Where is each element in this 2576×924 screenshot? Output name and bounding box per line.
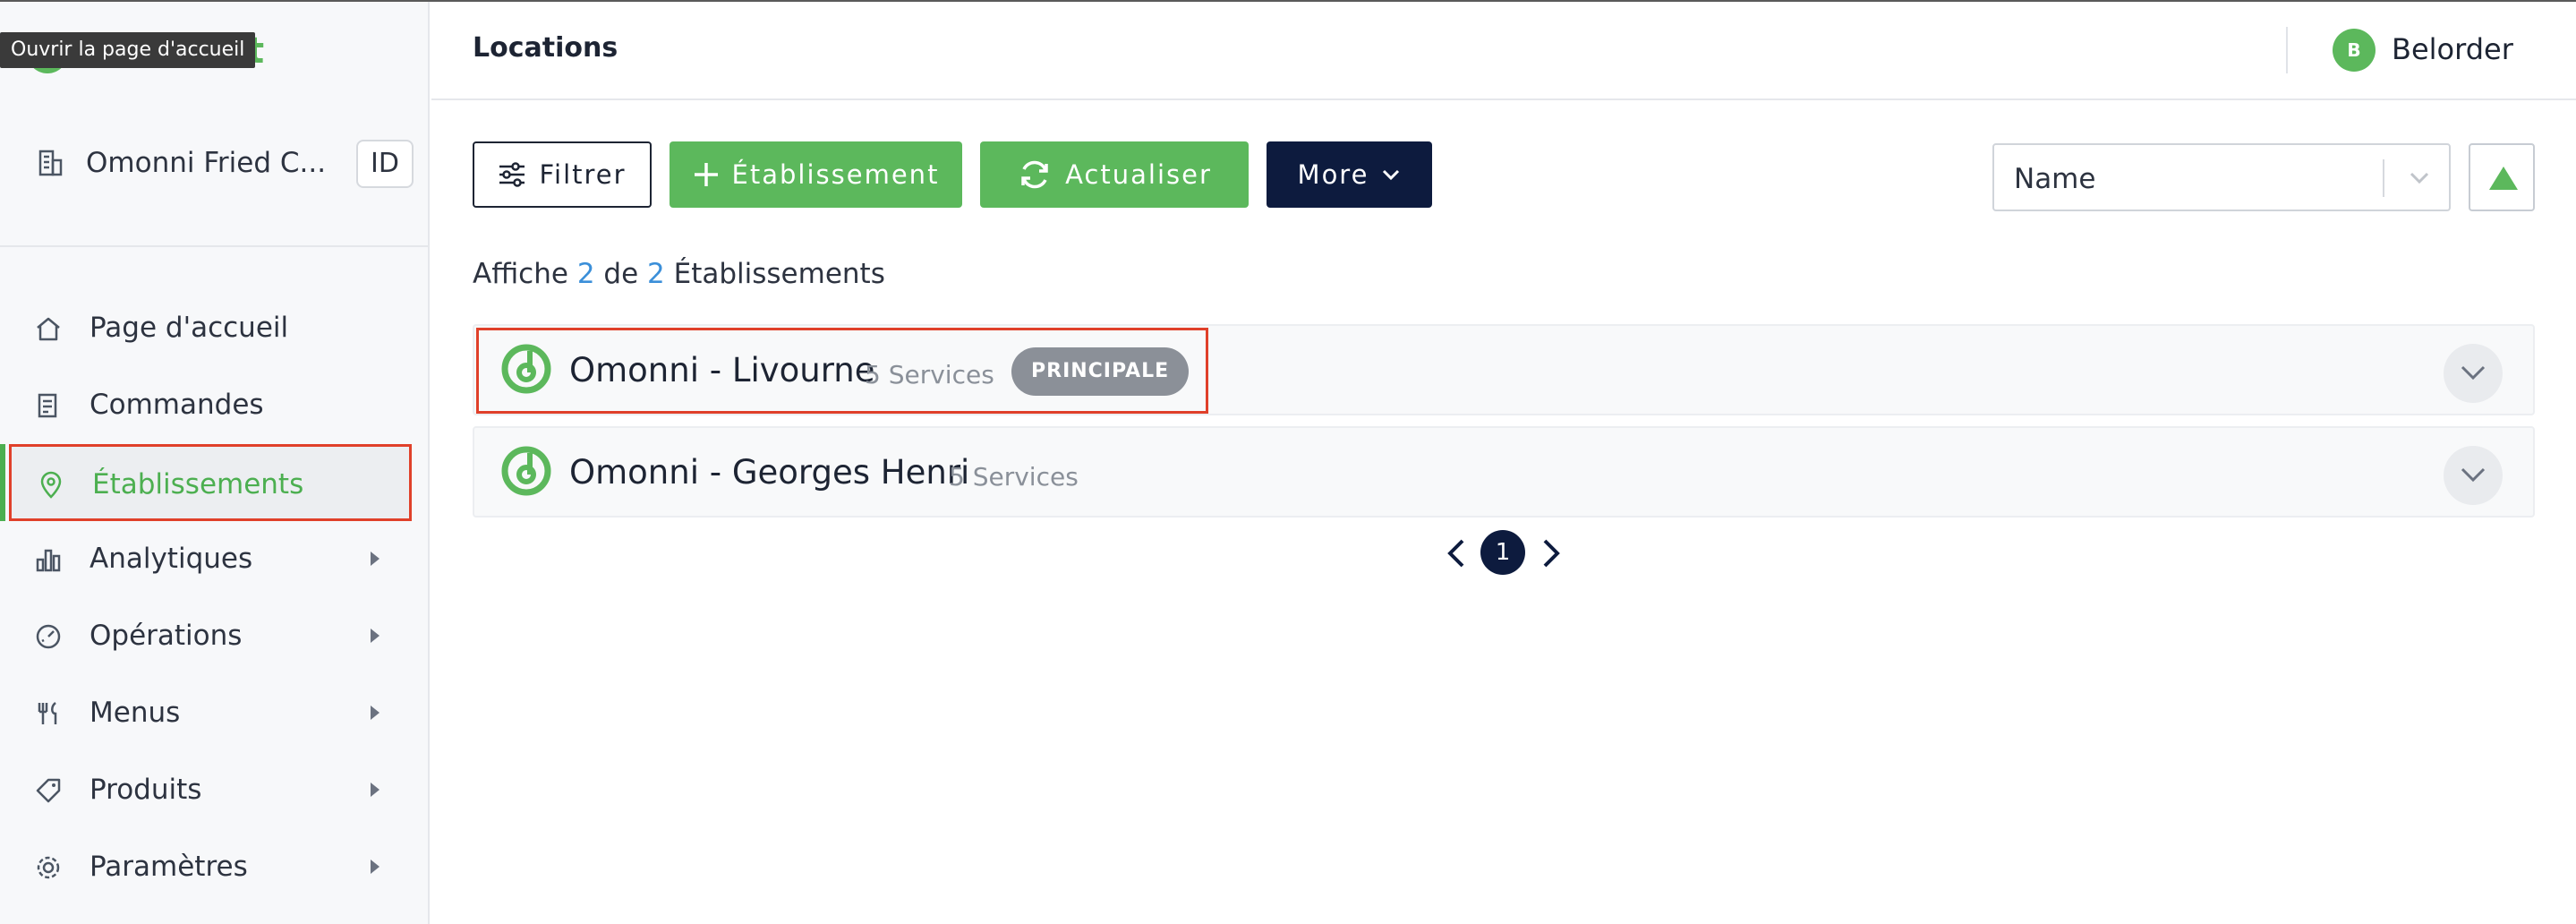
expand-row-button[interactable] [2444, 446, 2503, 505]
sort-field-select[interactable]: Name [1992, 143, 2451, 211]
more-button-label: More [1297, 159, 1369, 190]
sidebar-item-analytics[interactable]: Analytiques [9, 521, 412, 598]
top-header: Locations B Belorder [431, 2, 2576, 100]
organization-selector[interactable]: Omonni Fried C... ID [36, 136, 414, 190]
sidebar-item-orders[interactable]: Commandes [9, 367, 412, 444]
sliders-icon [499, 162, 525, 187]
sidebar-item-label: Établissements [92, 468, 304, 500]
filter-button-label: Filtrer [539, 159, 627, 190]
organization-name: Omonni Fried C... [86, 147, 327, 179]
add-location-button[interactable]: Établissement [670, 141, 962, 208]
filter-button[interactable]: Filtrer [473, 141, 652, 208]
sidebar-item-label: Commandes [90, 389, 264, 421]
more-dropdown-button[interactable]: More [1267, 141, 1432, 208]
chevron-right-icon[interactable] [1538, 537, 1565, 569]
sort-direction-button[interactable] [2469, 143, 2535, 211]
sidebar-item-home[interactable]: Page d'accueil [9, 290, 412, 367]
location-name: Omonni - Livourne [569, 351, 875, 389]
orders-icon [38, 393, 57, 418]
location-services-count: 5 Services [865, 360, 994, 389]
gauge-icon [36, 624, 61, 649]
refresh-button-label: Actualiser [1065, 159, 1212, 190]
results-shown: 2 [576, 258, 595, 290]
tooltip: Ouvrir la page d'accueil [0, 32, 256, 68]
results-middle: de [603, 258, 639, 290]
organization-id-button[interactable]: ID [356, 140, 414, 188]
user-name[interactable]: Belorder [2392, 32, 2513, 66]
refresh-icon [1021, 160, 1048, 189]
select-divider [2383, 159, 2384, 197]
sidebar-item-menus[interactable]: Menus [9, 675, 412, 752]
expand-row-button[interactable] [2444, 344, 2503, 403]
page-number-current[interactable]: 1 [1480, 530, 1525, 575]
sort-field-value: Name [2014, 163, 2096, 195]
results-prefix: Affiche [473, 258, 568, 290]
sidebar-item-label: Analytiques [90, 543, 253, 575]
location-logo-icon [501, 344, 551, 394]
avatar[interactable]: B [2333, 29, 2376, 72]
add-location-button-label: Établissement [731, 159, 940, 190]
results-count: Affiche 2 de 2 Établissements [473, 258, 885, 290]
sidebar-item-settings[interactable]: Paramètres [9, 829, 412, 906]
bar-chart-icon [36, 549, 61, 572]
chevron-down-icon [2461, 467, 2486, 483]
chevron-left-icon[interactable] [1443, 537, 1470, 569]
location-pin-icon [40, 471, 62, 499]
location-services-count: 5 Services [949, 462, 1079, 492]
gear-icon [37, 856, 60, 879]
status-badge: PRINCIPALE [1011, 347, 1190, 396]
location-logo-icon [501, 446, 551, 496]
caret-right-icon [371, 860, 380, 874]
results-suffix: Établissements [673, 258, 885, 290]
sort-ascending-icon [2489, 167, 2518, 190]
utensils-icon [38, 702, 57, 724]
caret-right-icon [371, 629, 380, 643]
plus-icon [694, 163, 718, 186]
refresh-button[interactable]: Actualiser [980, 141, 1249, 208]
sidebar-item-operations[interactable]: Opérations [9, 598, 412, 675]
sidebar-item-label: Menus [90, 697, 181, 729]
caret-right-icon [371, 552, 380, 566]
sidebar-item-label: Produits [90, 774, 202, 806]
sidebar-item-label: Paramètres [90, 851, 248, 883]
results-total: 2 [647, 258, 665, 290]
sidebar-item-products[interactable]: Produits [9, 752, 412, 829]
caret-right-icon [371, 783, 380, 797]
header-divider [2286, 27, 2288, 73]
sidebar-item-locations[interactable]: Établissements [0, 444, 412, 521]
tag-icon [36, 778, 61, 803]
sidebar-item-label: Opérations [90, 620, 243, 652]
building-icon [38, 150, 63, 176]
pagination: 1 [1432, 530, 1593, 577]
sidebar: t Ouvrir la page d'accueil Omonni Fried … [0, 2, 430, 924]
sidebar-item-label: Page d'accueil [90, 312, 289, 344]
chevron-down-icon [1383, 169, 1400, 181]
caret-right-icon [371, 706, 380, 720]
sidebar-divider [0, 245, 428, 247]
home-icon [37, 317, 60, 341]
chevron-down-icon [2410, 172, 2429, 184]
location-row[interactable]: Omonni - Livourne 5 Services PRINCIPALE [473, 324, 2535, 415]
chevron-down-icon [2461, 365, 2486, 381]
page-title: Locations [473, 32, 618, 64]
location-row[interactable]: Omonni - Georges Henri 5 Services [473, 426, 2535, 518]
location-name: Omonni - Georges Henri [569, 453, 970, 492]
